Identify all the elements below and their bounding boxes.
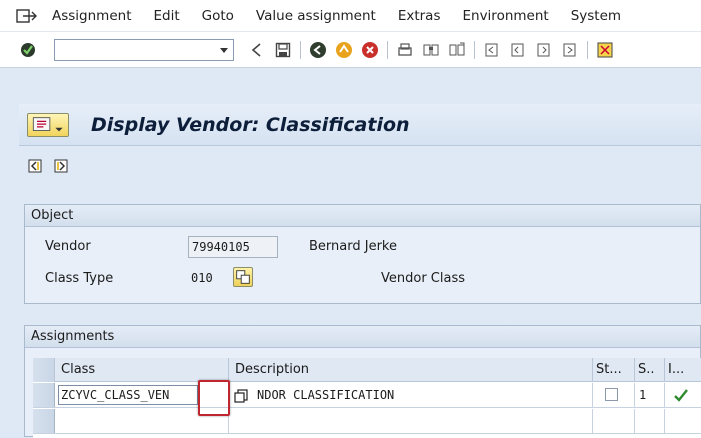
column-header-description[interactable]: Description (229, 358, 593, 382)
vendor-field[interactable]: 79940105 (188, 236, 278, 258)
class-type-value: 010 (191, 271, 213, 285)
menu-system[interactable]: System (571, 8, 621, 24)
menu-value-assignment[interactable]: Value assignment (256, 8, 376, 24)
column-header-s[interactable]: S.. (635, 358, 665, 382)
select-all-cell[interactable] (33, 358, 55, 382)
menu-list-icon (32, 116, 63, 131)
class-type-label: Class Type (45, 271, 114, 286)
toolbar-divider (587, 40, 588, 59)
class-type-help-button[interactable] (233, 267, 253, 287)
copy-icon[interactable] (233, 388, 249, 404)
enter-icon[interactable] (20, 42, 36, 58)
vendor-name: Bernard Jerke (309, 239, 397, 254)
object-group-header: Object (25, 205, 700, 227)
assignments-group-header: Assignments (25, 326, 700, 348)
column-header-i[interactable]: I... (665, 358, 701, 382)
class-type-description: Vendor Class (381, 271, 466, 286)
last-page-icon[interactable] (561, 41, 579, 59)
menu-bar: Assignment Edit Goto Value assignment Ex… (0, 0, 701, 32)
status-cell (593, 383, 635, 408)
previous-object-icon[interactable] (27, 158, 43, 174)
next-page-icon[interactable] (535, 41, 553, 59)
toolbar-divider (474, 40, 475, 59)
chevron-down-icon[interactable] (218, 44, 230, 56)
find-icon[interactable] (422, 41, 440, 59)
menu-environment[interactable]: Environment (462, 8, 548, 24)
title-bar: Display Vendor: Classification (19, 104, 701, 146)
assignments-table: Class Description St... S.. I... ZCYVC_C… (33, 358, 701, 438)
column-header-status[interactable]: St... (593, 358, 635, 382)
i-cell (665, 383, 701, 408)
menu-goto[interactable]: Goto (202, 8, 234, 24)
table-header-row: Class Description St... S.. I... (33, 358, 701, 382)
application-toolbar (19, 147, 701, 185)
check-icon (674, 389, 688, 402)
standard-toolbar (0, 32, 701, 68)
toolbar-divider (387, 40, 388, 59)
page-title: Display Vendor: Classification (91, 113, 410, 136)
cancel-icon[interactable] (361, 41, 379, 59)
screen-menu-button[interactable] (27, 112, 69, 137)
menu-edit[interactable]: Edit (153, 8, 179, 24)
menu-exit-icon[interactable] (14, 8, 38, 24)
table-row[interactable] (33, 409, 701, 434)
column-header-class[interactable]: Class (55, 358, 229, 382)
assignments-group: Assignments Class Description St... S.. … (24, 325, 701, 438)
description-cell (229, 409, 593, 434)
toolbar-divider (300, 40, 301, 59)
command-field[interactable] (54, 38, 234, 61)
status-cell (593, 409, 635, 434)
value-help-icon (236, 270, 250, 284)
prev-page-icon[interactable] (509, 41, 527, 59)
layout-icon[interactable] (596, 41, 614, 59)
menu-assignment[interactable]: Assignment (52, 8, 131, 24)
class-cell[interactable]: ZCYVC_CLASS_VEN (58, 385, 198, 405)
highlight-callout (198, 380, 230, 416)
status-checkbox[interactable] (605, 388, 618, 401)
first-page-icon[interactable] (483, 41, 501, 59)
table-row[interactable]: ZCYVC_CLASS_VEN NDOR CLASSIFICATION 1 (33, 383, 701, 408)
back-arrow-icon[interactable] (248, 41, 266, 59)
s-cell: 1 (635, 383, 665, 408)
menu-extras[interactable]: Extras (398, 8, 441, 24)
row-selector[interactable] (33, 383, 55, 407)
description-cell: NDOR CLASSIFICATION (229, 383, 593, 408)
find-next-icon[interactable] (448, 41, 466, 59)
vendor-label: Vendor (45, 239, 91, 254)
save-icon[interactable] (274, 41, 292, 59)
print-icon[interactable] (396, 41, 414, 59)
back-green-icon[interactable] (309, 41, 327, 59)
row-selector[interactable] (33, 409, 55, 433)
command-input[interactable] (55, 39, 215, 60)
next-object-icon[interactable] (53, 158, 69, 174)
i-cell (665, 409, 701, 434)
s-cell (635, 409, 665, 434)
exit-icon[interactable] (335, 41, 353, 59)
object-group: Object Vendor 79940105 Bernard Jerke Cla… (24, 204, 701, 304)
